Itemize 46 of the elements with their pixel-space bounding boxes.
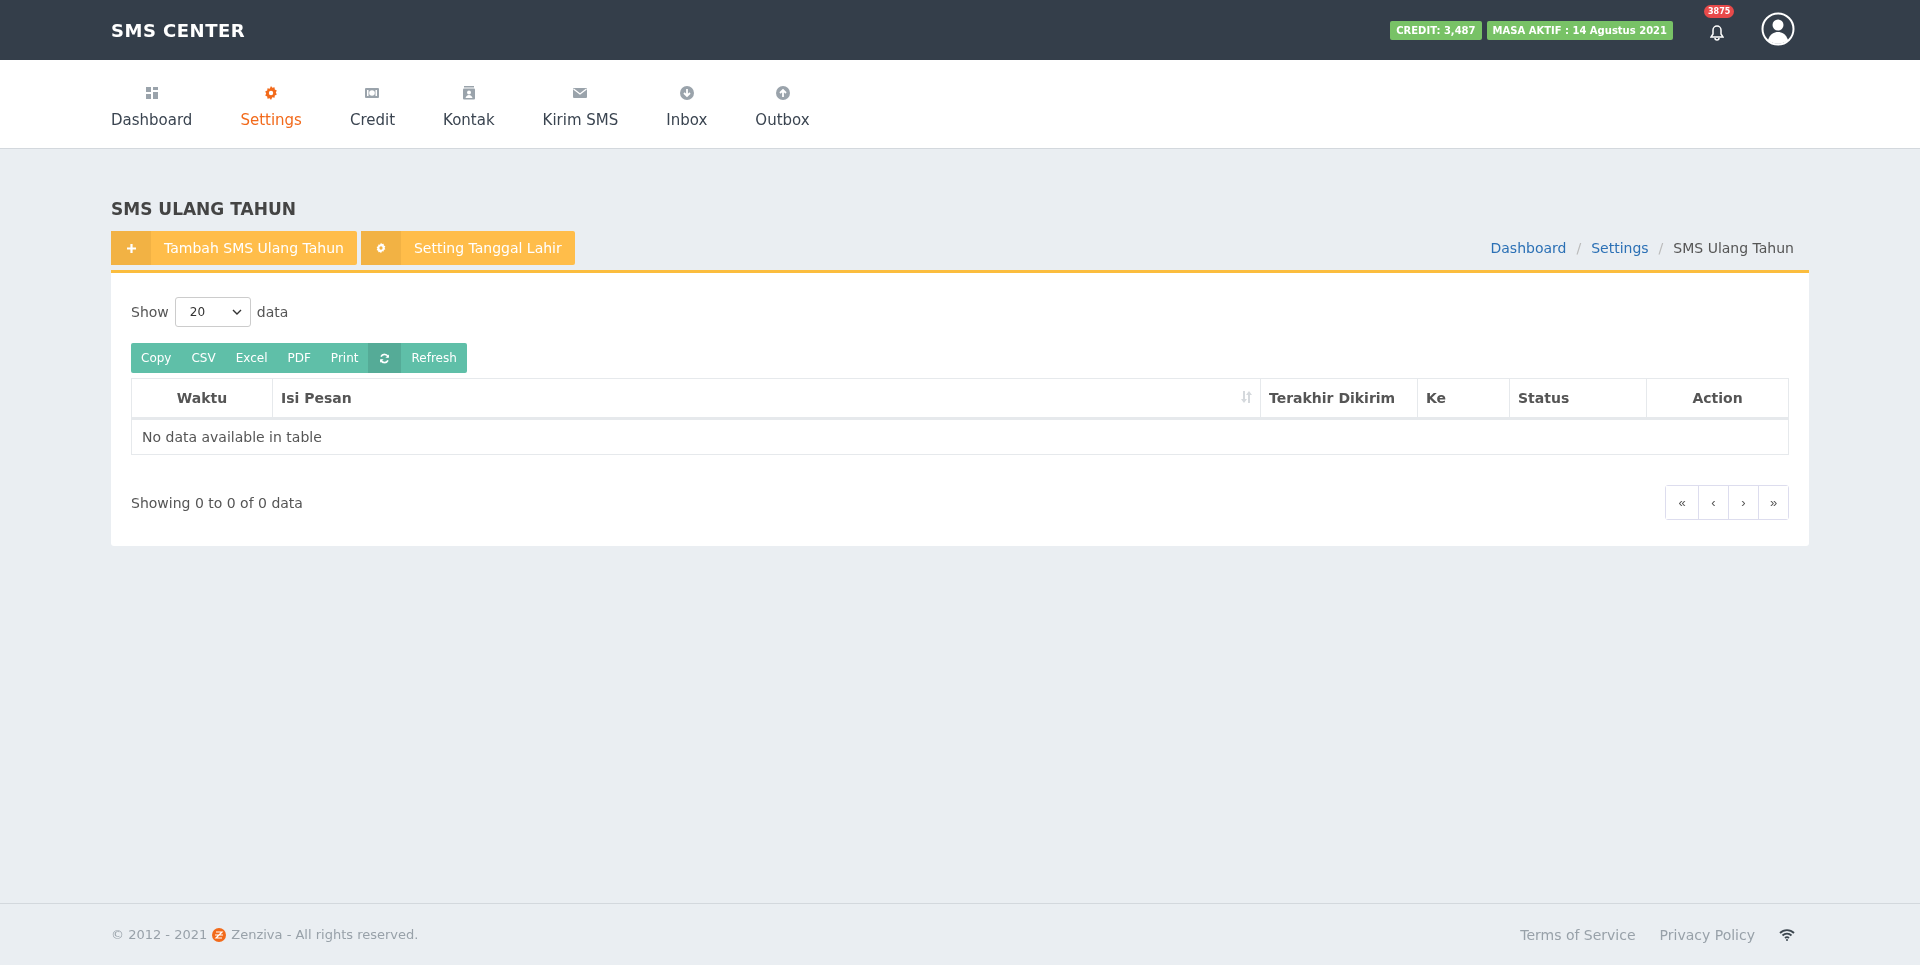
empty-table-message: No data available in table: [131, 418, 1789, 455]
plus-icon: [125, 242, 137, 254]
nav-tab[interactable]: Inbox: [666, 60, 708, 148]
nav-tab[interactable]: Kontak: [443, 60, 495, 148]
brand-title: SMS CENTER: [111, 19, 246, 41]
column-header[interactable]: Isi Pesan: [272, 378, 1261, 419]
nav-tab[interactable]: Credit: [349, 60, 396, 148]
column-header[interactable]: Waktu: [131, 378, 273, 419]
sort-icon: [1240, 391, 1252, 403]
copyright-text: © 2012 - 2021: [111, 927, 208, 942]
down-arrow-circle-icon: [678, 85, 695, 101]
show-label: Show: [131, 304, 169, 320]
nav-tab[interactable]: Kirim SMS: [542, 60, 619, 148]
page-title: SMS ULANG TAHUN: [111, 199, 297, 219]
breadcrumb-separator: /: [1658, 240, 1664, 256]
company-logo-icon: [212, 927, 227, 942]
refresh-icon: [379, 352, 391, 364]
company-text: Zenziva - All rights reserved.: [231, 927, 419, 942]
column-header[interactable]: Ke: [1417, 378, 1510, 419]
envelope-icon: [572, 85, 589, 101]
up-arrow-circle-icon: [774, 85, 791, 101]
data-label: data: [256, 304, 289, 320]
wifi-icon: [1779, 928, 1795, 941]
column-header[interactable]: Action: [1646, 378, 1789, 419]
banknote-icon: [364, 85, 381, 101]
breadcrumb-current: SMS Ulang Tahun: [1673, 240, 1794, 256]
column-header[interactable]: Status: [1509, 378, 1647, 419]
breadcrumb-link[interactable]: Dashboard: [1490, 240, 1567, 256]
page-size-select[interactable]: 20: [174, 297, 251, 327]
dashboard-icon: [143, 85, 160, 101]
gear-icon: [263, 85, 280, 101]
bell-icon: [1710, 24, 1724, 41]
active-period-badge: MASA AKTIF : 14 Agustus 2021: [1486, 20, 1673, 40]
nav-tab[interactable]: Dashboard: [111, 60, 193, 148]
column-header[interactable]: Terakhir Dikirim: [1260, 378, 1418, 419]
nav-tab[interactable]: Outbox: [755, 60, 810, 148]
pagination-button[interactable]: »: [1758, 486, 1788, 519]
table-info: Showing 0 to 0 of 0 data: [131, 494, 303, 511]
contact-card-icon: [460, 85, 477, 101]
breadcrumb-link[interactable]: Settings: [1591, 240, 1649, 256]
user-icon: [1761, 11, 1795, 46]
breadcrumb-separator: /: [1576, 240, 1582, 256]
chevron-down-icon: [231, 309, 242, 315]
credit-badge: CREDIT: 3,487: [1390, 20, 1482, 40]
notification-count: 3875: [1704, 4, 1735, 18]
gear-icon: [374, 242, 387, 254]
